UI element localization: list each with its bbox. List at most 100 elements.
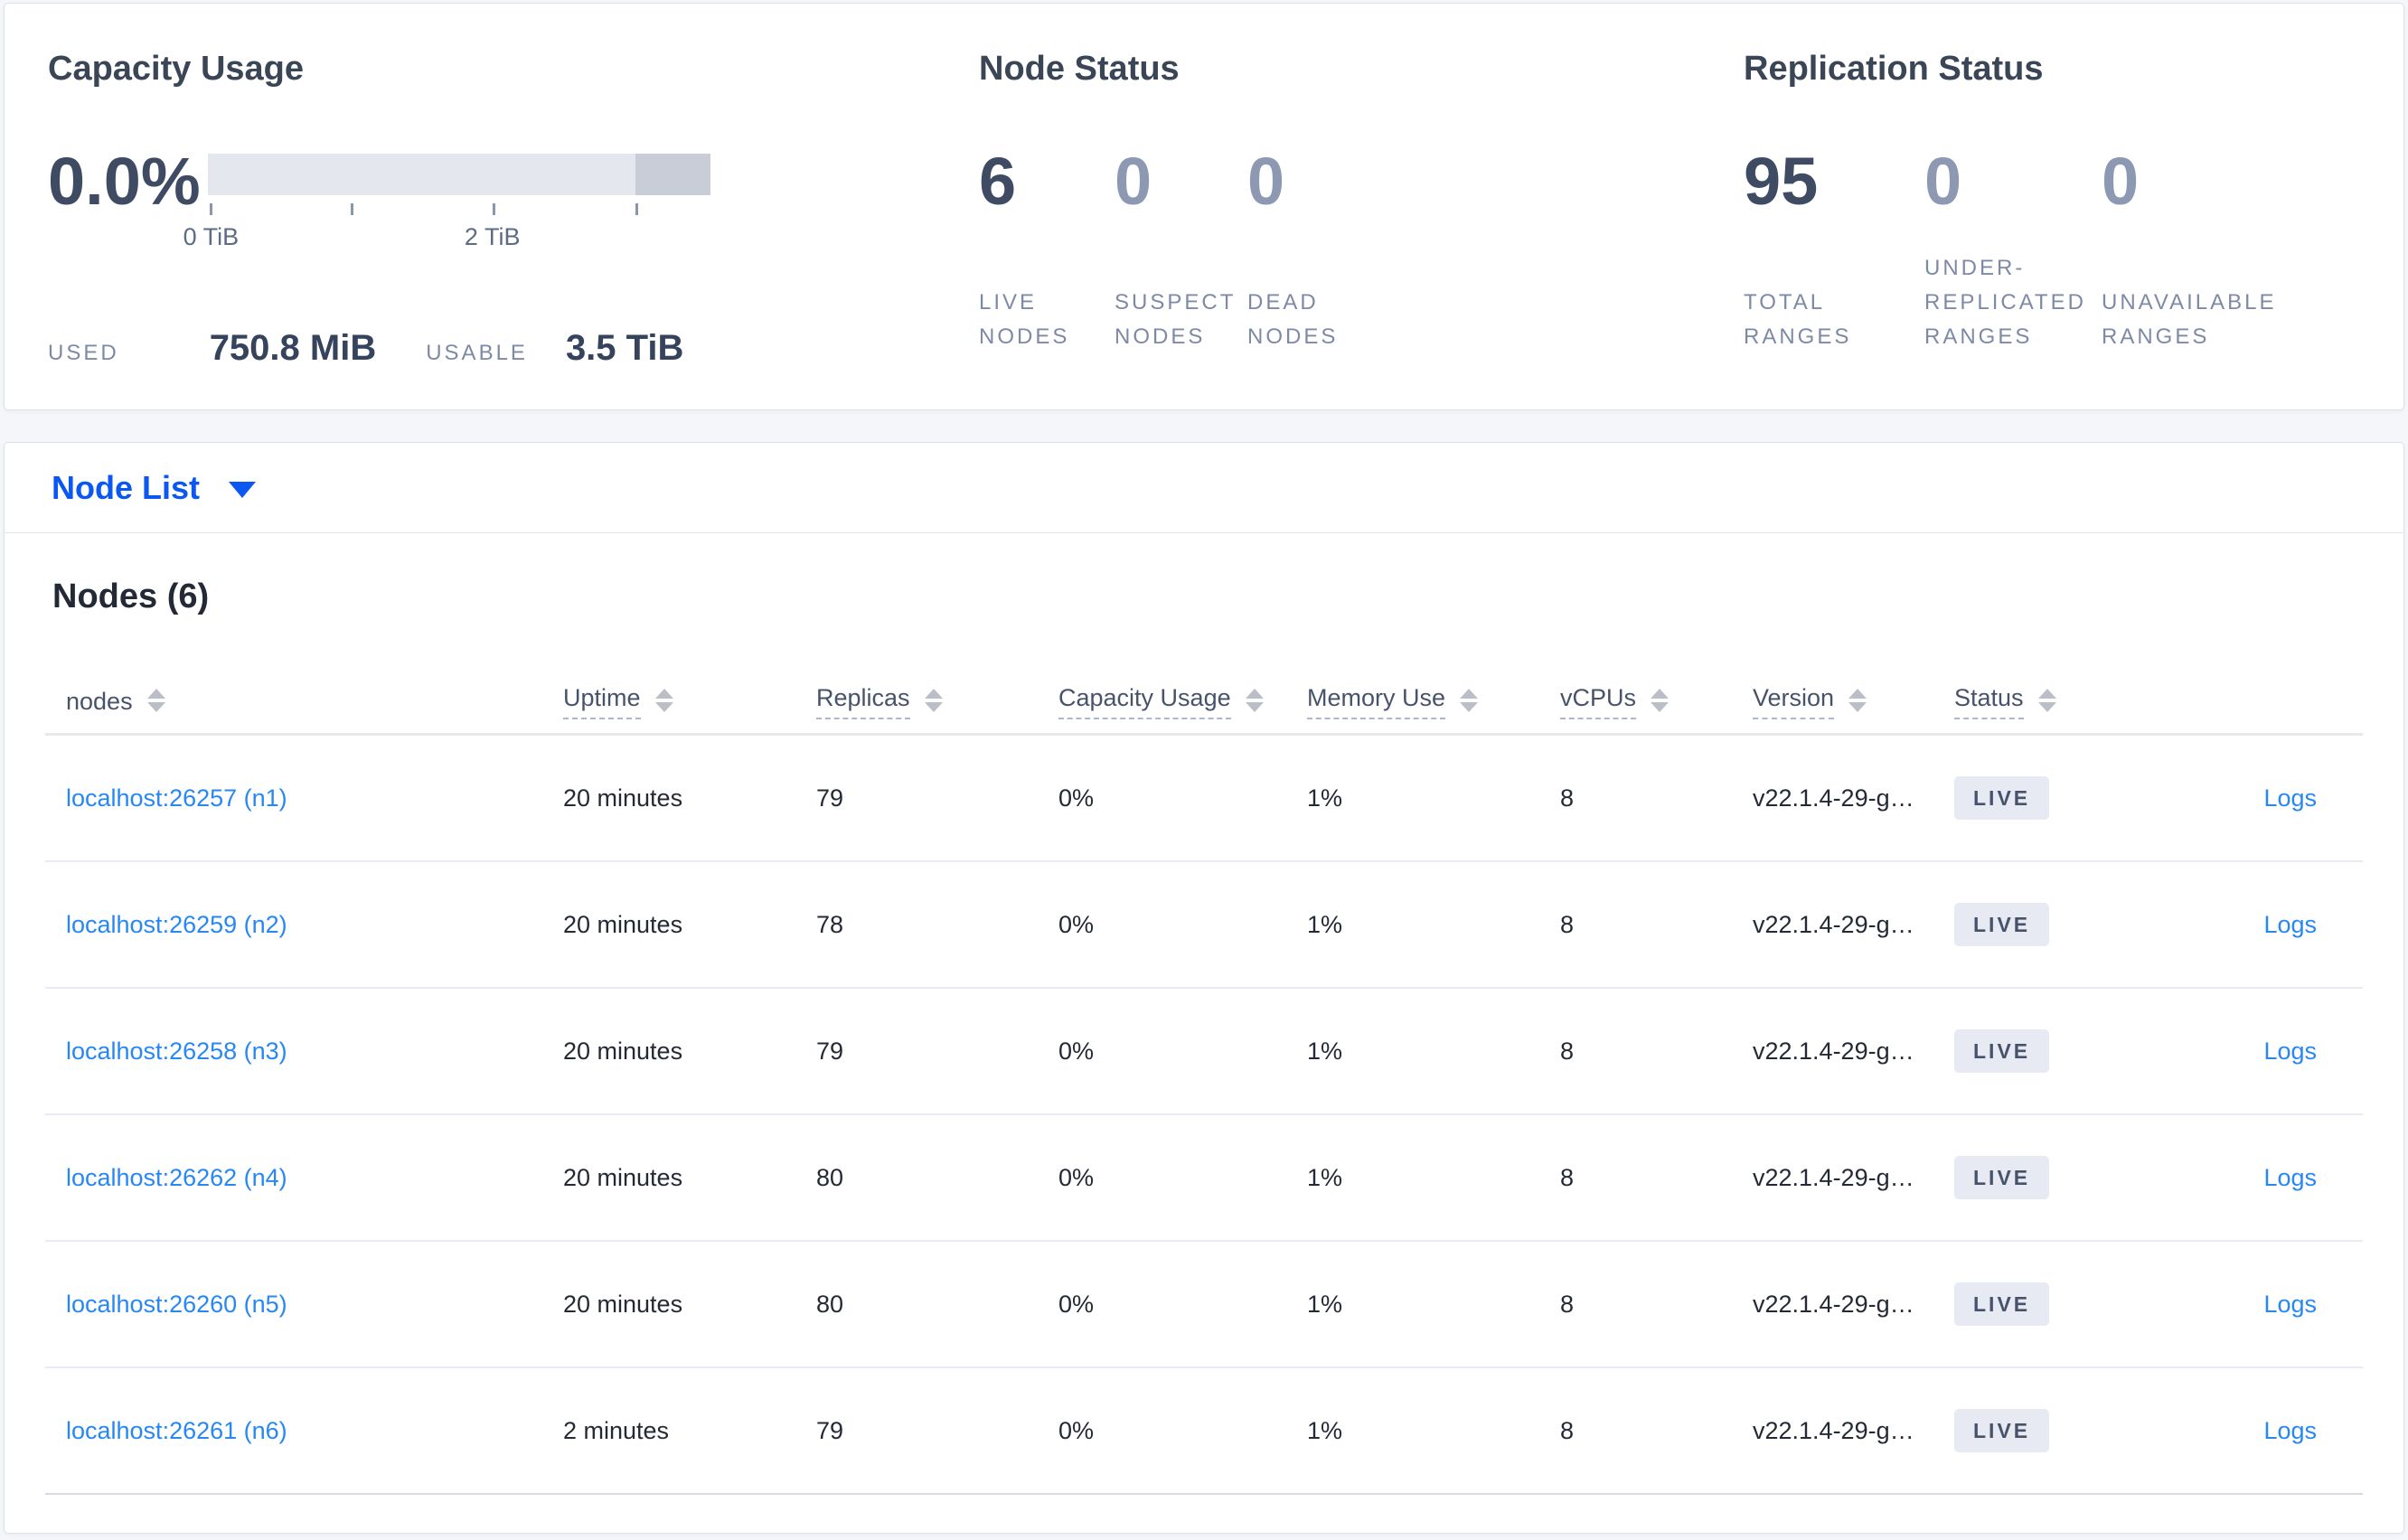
- sort-icon: [654, 688, 673, 712]
- live-nodes-stat: 6 LIVE NODES: [979, 144, 1115, 354]
- node-link[interactable]: localhost:26258 (n3): [66, 1038, 287, 1065]
- usable-value: 3.5 TiB: [565, 328, 684, 368]
- unavailable-ranges-stat: 0 UNAVAILABLE RANGES: [2102, 144, 2319, 354]
- unavailable-ranges-value: 0: [2102, 144, 2140, 219]
- capacity-usage-panel: Capacity Usage 0.0% 0 TiB 2 TiB USED 750…: [5, 4, 979, 409]
- capacity-usage-bar-group: 0 TiB 2 TiB: [183, 154, 710, 250]
- vcpus-cell: 8: [1560, 1037, 1575, 1065]
- column-header-uptime[interactable]: Uptime: [542, 684, 795, 719]
- suspect-nodes-stat: 0 SUSPECT NODES: [1115, 144, 1247, 354]
- replicas-cell: 79: [816, 1416, 844, 1444]
- node-link[interactable]: localhost:26261 (n6): [66, 1417, 287, 1444]
- axis-tick: [492, 203, 495, 215]
- logs-link[interactable]: Logs: [2263, 1164, 2317, 1191]
- capacity-usage-bar-reserved-segment: [635, 154, 710, 195]
- axis-tick: [635, 203, 638, 215]
- uptime-cell: 20 minutes: [563, 1037, 683, 1065]
- logs-link[interactable]: Logs: [2263, 1038, 2317, 1065]
- status-badge: LIVE: [1954, 1029, 2050, 1073]
- nodes-table-header: nodes Uptime Replicas Capacity Usage Mem…: [45, 671, 2363, 736]
- logs-link[interactable]: Logs: [2263, 911, 2317, 938]
- capacity-usage-title: Capacity Usage: [48, 50, 305, 88]
- replication-status-title: Replication Status: [1744, 50, 2044, 88]
- uptime-cell: 20 minutes: [563, 910, 683, 938]
- uptime-cell: 2 minutes: [563, 1416, 670, 1444]
- node-link[interactable]: localhost:26257 (n1): [66, 784, 287, 812]
- dead-nodes-value: 0: [1247, 144, 1285, 219]
- suspect-nodes-label: SUSPECT NODES: [1115, 290, 1236, 349]
- column-header-version[interactable]: Version: [1732, 684, 1933, 719]
- column-header-capacity-usage[interactable]: Capacity Usage: [1038, 684, 1286, 719]
- live-nodes-label: LIVE NODES: [979, 290, 1070, 349]
- capacity-usage-cell: 0%: [1058, 1416, 1095, 1444]
- capacity-usage-cell: 0%: [1058, 910, 1095, 938]
- memory-use-cell: 1%: [1307, 784, 1343, 812]
- sort-icon: [1848, 688, 1867, 712]
- capacity-usage-cell: 0%: [1058, 1163, 1095, 1191]
- total-ranges-stat: 95 TOTAL RANGES: [1744, 144, 1924, 354]
- node-list-dropdown-label: Node List: [52, 468, 201, 506]
- table-row-n4: localhost:26262 (n4) 20 minutes 80 0% 1%…: [45, 1115, 2363, 1242]
- memory-use-cell: 1%: [1307, 1290, 1343, 1318]
- sort-icon: [1460, 688, 1479, 712]
- node-link[interactable]: localhost:26260 (n5): [66, 1291, 287, 1318]
- node-status-title: Node Status: [979, 50, 1180, 88]
- sort-icon: [924, 688, 943, 712]
- version-cell: v22.1.4-29-g…: [1753, 1163, 1914, 1191]
- status-badge: LIVE: [1954, 1156, 2050, 1199]
- status-badge: LIVE: [1954, 903, 2050, 946]
- logs-link[interactable]: Logs: [2263, 784, 2317, 812]
- capacity-usage-cell: 0%: [1058, 1037, 1095, 1065]
- suspect-nodes-value: 0: [1115, 144, 1152, 219]
- usable-label: USABLE: [426, 341, 528, 365]
- version-cell: v22.1.4-29-g…: [1753, 1290, 1914, 1318]
- axis-tick-label: 0 TiB: [183, 223, 240, 250]
- cluster-summary-card: Capacity Usage 0.0% 0 TiB 2 TiB USED 750…: [4, 3, 2404, 410]
- node-list-card: Node List Nodes (6) nodes Uptime Replica…: [4, 442, 2404, 1534]
- column-header-status[interactable]: Status: [1933, 684, 2156, 719]
- total-ranges-value: 95: [1744, 144, 1819, 219]
- under-replicated-ranges-stat: 0 UNDER-REPLICATED RANGES: [1924, 148, 2102, 354]
- node-status-panel: Node Status 6 LIVE NODES 0 SUSPECT NODES…: [979, 4, 1744, 409]
- axis-tick: [210, 203, 213, 215]
- vcpus-cell: 8: [1560, 1163, 1575, 1191]
- logs-link[interactable]: Logs: [2263, 1417, 2317, 1444]
- axis-tick: [351, 203, 354, 215]
- node-list-dropdown[interactable]: Node List: [52, 468, 257, 507]
- uptime-cell: 20 minutes: [563, 784, 683, 812]
- capacity-axis-ticks: [208, 203, 710, 216]
- vcpus-cell: 8: [1560, 910, 1575, 938]
- version-cell: v22.1.4-29-g…: [1753, 1037, 1914, 1065]
- replicas-cell: 80: [816, 1290, 844, 1318]
- logs-link[interactable]: Logs: [2263, 1291, 2317, 1318]
- nodes-section: Nodes (6) nodes Uptime Replicas Capacity…: [5, 577, 2403, 1533]
- used-value: 750.8 MiB: [209, 328, 377, 368]
- nodes-table: nodes Uptime Replicas Capacity Usage Mem…: [45, 671, 2363, 1495]
- version-cell: v22.1.4-29-g…: [1753, 1416, 1914, 1444]
- dead-nodes-stat: 0 DEAD NODES: [1247, 144, 1401, 354]
- status-badge: LIVE: [1954, 1282, 2050, 1326]
- node-link[interactable]: localhost:26259 (n2): [66, 911, 287, 938]
- column-header-vcpus[interactable]: vCPUs: [1539, 684, 1732, 719]
- dead-nodes-label: DEAD NODES: [1247, 290, 1339, 349]
- capacity-usage-cell: 0%: [1058, 784, 1095, 812]
- status-badge: LIVE: [1954, 1409, 2050, 1452]
- vcpus-cell: 8: [1560, 1416, 1575, 1444]
- live-nodes-value: 6: [979, 144, 1017, 219]
- sort-icon: [1651, 688, 1670, 712]
- under-replicated-ranges-label: UNDER-REPLICATED RANGES: [1924, 256, 2086, 349]
- column-header-replicas[interactable]: Replicas: [795, 684, 1038, 719]
- replicas-cell: 79: [816, 784, 844, 812]
- version-cell: v22.1.4-29-g…: [1753, 910, 1914, 938]
- memory-use-cell: 1%: [1307, 910, 1343, 938]
- column-header-nodes[interactable]: nodes: [45, 688, 542, 716]
- memory-use-cell: 1%: [1307, 1416, 1343, 1444]
- total-ranges-label: TOTAL RANGES: [1744, 290, 1852, 349]
- table-row-n3: localhost:26258 (n3) 20 minutes 79 0% 1%…: [45, 989, 2363, 1115]
- capacity-usage-percent: 0.0%: [48, 144, 201, 219]
- replicas-cell: 80: [816, 1163, 844, 1191]
- axis-tick-label: 2 TiB: [464, 223, 521, 250]
- column-header-memory-use[interactable]: Memory Use: [1286, 684, 1539, 719]
- table-row-n5: localhost:26260 (n5) 20 minutes 80 0% 1%…: [45, 1242, 2363, 1368]
- node-link[interactable]: localhost:26262 (n4): [66, 1164, 287, 1191]
